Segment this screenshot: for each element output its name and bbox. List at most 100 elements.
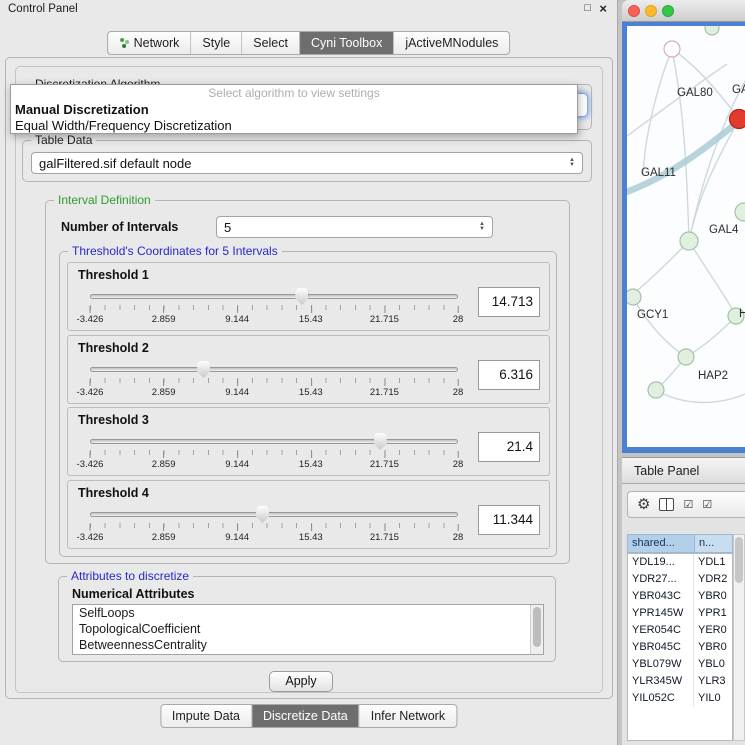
network-node[interactable] <box>735 203 745 221</box>
slider-thumb[interactable] <box>197 361 210 378</box>
gear-icon[interactable]: ⚙ <box>637 497 650 512</box>
tab-impute-data[interactable]: Impute Data <box>161 705 251 727</box>
tab-network[interactable]: Network <box>108 32 191 54</box>
network-node[interactable] <box>680 232 698 250</box>
threshold-4-value-field[interactable]: 11.344 <box>478 505 540 535</box>
node-label-gcy1[interactable]: GCY1 <box>637 309 668 321</box>
network-node[interactable] <box>705 26 719 35</box>
table-row[interactable]: YDR27...YDR2 <box>628 571 732 588</box>
network-node[interactable] <box>627 289 641 305</box>
network-window-titlebar[interactable] <box>622 0 745 22</box>
threshold-1-value-field[interactable]: 14.713 <box>478 287 540 317</box>
dropdown-option-manual-discretization[interactable]: Manual Discretization <box>11 102 577 118</box>
tab-select[interactable]: Select <box>241 32 299 54</box>
table-cell[interactable]: YBR0 <box>694 639 732 656</box>
tab-label: Network <box>134 36 180 50</box>
network-node[interactable] <box>648 382 664 398</box>
table-row[interactable]: YER054CYER0 <box>628 622 732 639</box>
table-cell[interactable]: YLR345W <box>628 673 694 690</box>
table-cell[interactable]: YBL0 <box>694 656 732 673</box>
minimize-traffic-light-icon[interactable] <box>645 5 657 17</box>
threshold-2-slider[interactable]: -3.426 2.859 9.144 15.43 21.715 28 <box>90 360 458 402</box>
table-cell[interactable]: YDR27... <box>628 571 694 588</box>
table-panel-titlebar[interactable]: Table Panel <box>622 457 745 484</box>
table-row[interactable]: YBR043CYBR0 <box>628 588 732 605</box>
select-all-check-icon[interactable]: ☑ <box>683 498 693 511</box>
table-cell[interactable]: YDL19... <box>628 554 694 571</box>
table-cell[interactable]: YBR045C <box>628 639 694 656</box>
combobox-stepper-icon[interactable]: ▲ ▼ <box>473 222 485 232</box>
tab-discretize-data[interactable]: Discretize Data <box>251 705 359 727</box>
threshold-2-value-field[interactable]: 6.316 <box>478 360 540 390</box>
slider-track[interactable] <box>90 512 458 517</box>
slider-track[interactable] <box>90 294 458 299</box>
tab-style[interactable]: Style <box>190 32 241 54</box>
tick-label: 28 <box>453 524 464 543</box>
number-of-intervals-combobox[interactable]: 5 ▲ ▼ <box>216 216 493 238</box>
close-window-icon[interactable]: × <box>599 1 607 16</box>
network-node[interactable] <box>678 349 694 365</box>
slider-thumb[interactable] <box>256 506 269 523</box>
table-cell[interactable]: YLR3 <box>694 673 732 690</box>
table-row[interactable]: YBL079WYBL0 <box>628 656 732 673</box>
table-cell[interactable]: YIL052C <box>628 690 694 707</box>
table-cell[interactable]: YBR043C <box>628 588 694 605</box>
list-item[interactable]: TopologicalCoefficient <box>73 621 543 637</box>
table-cell[interactable]: YBL079W <box>628 656 694 673</box>
slider-thumb[interactable] <box>374 433 387 450</box>
apply-button[interactable]: Apply <box>269 671 333 692</box>
table-row[interactable]: YDL19...YDL1 <box>628 554 732 571</box>
table-cell[interactable]: YER0 <box>694 622 732 639</box>
column-header-shared[interactable]: shared... <box>627 534 695 553</box>
list-item[interactable]: SelfLoops <box>73 605 543 621</box>
list-scrollbar[interactable] <box>530 605 543 654</box>
table-row[interactable]: YLR345WYLR3 <box>628 673 732 690</box>
tab-infer-network[interactable]: Infer Network <box>359 705 456 727</box>
tick-label: 15.43 <box>299 451 323 470</box>
numerical-attributes-list[interactable]: SelfLoops TopologicalCoefficient Between… <box>72 604 544 655</box>
table-data-combobox[interactable]: galFiltered.sif default node ▲ ▼ <box>31 152 583 174</box>
table-cell[interactable]: YIL0 <box>694 690 732 707</box>
scrollbar-thumb[interactable] <box>735 537 743 583</box>
column-header-name[interactable]: n... <box>695 534 733 553</box>
close-traffic-light-icon[interactable] <box>628 5 640 17</box>
node-label-hap2[interactable]: HAP2 <box>698 370 728 382</box>
table-cell[interactable]: YBR0 <box>694 588 732 605</box>
network-node-selected[interactable] <box>730 110 745 129</box>
threshold-4-slider[interactable]: -3.426 2.859 9.144 15.43 21.715 28 <box>90 505 458 547</box>
node-label-gal80[interactable]: GAL80 <box>677 87 713 99</box>
slider-track[interactable] <box>90 367 458 372</box>
tab-jactivemnodules[interactable]: jActiveMNodules <box>393 32 509 54</box>
table-cell[interactable]: YDL1 <box>694 554 732 571</box>
zoom-traffic-light-icon[interactable] <box>662 5 674 17</box>
table-row[interactable]: YBR045CYBR0 <box>628 639 732 656</box>
node-label-gal4[interactable]: GAL4 <box>709 224 738 236</box>
table-scrollbar[interactable] <box>733 534 745 741</box>
table-cell[interactable]: YDR2 <box>694 571 732 588</box>
threshold-1-slider[interactable]: -3.426 2.859 9.144 15.43 21.715 28 <box>90 287 458 329</box>
tick-label: 2.859 <box>152 379 176 398</box>
list-item[interactable]: BetweennessCentrality <box>73 637 543 653</box>
table-cell[interactable]: YPR145W <box>628 605 694 622</box>
node-label-partial[interactable]: H <box>739 308 745 320</box>
float-window-icon[interactable]: □ <box>584 2 591 14</box>
combobox-stepper-icon[interactable]: ▲ ▼ <box>563 158 575 168</box>
table-cell[interactable]: YPR1 <box>694 605 732 622</box>
network-node[interactable] <box>664 41 680 57</box>
tab-cyni-toolbox[interactable]: Cyni Toolbox <box>299 32 393 54</box>
table-data-group: Table Data galFiltered.sif default node … <box>22 140 592 182</box>
select-column-check-icon[interactable]: ☑ <box>702 498 712 511</box>
column-selector-icon[interactable] <box>659 498 674 511</box>
table-row[interactable]: YIL052CYIL0 <box>628 690 732 707</box>
threshold-3-value-field[interactable]: 21.4 <box>478 432 540 462</box>
slider-track[interactable] <box>90 439 458 444</box>
slider-thumb[interactable] <box>295 288 308 305</box>
threshold-3-slider[interactable]: -3.426 2.859 9.144 15.43 21.715 28 <box>90 432 458 474</box>
node-label-gal11[interactable]: GAL11 <box>641 167 676 179</box>
table-row[interactable]: YPR145WYPR1 <box>628 605 732 622</box>
scrollbar-thumb[interactable] <box>533 607 541 647</box>
dropdown-option-equal-width[interactable]: Equal Width/Frequency Discretization <box>11 118 577 134</box>
node-label-partial[interactable]: GA <box>732 84 745 96</box>
table-cell[interactable]: YER054C <box>628 622 694 639</box>
network-canvas[interactable]: GAL80 GA GAL11 GAL4 GCY1 H HAP2 <box>627 26 745 447</box>
